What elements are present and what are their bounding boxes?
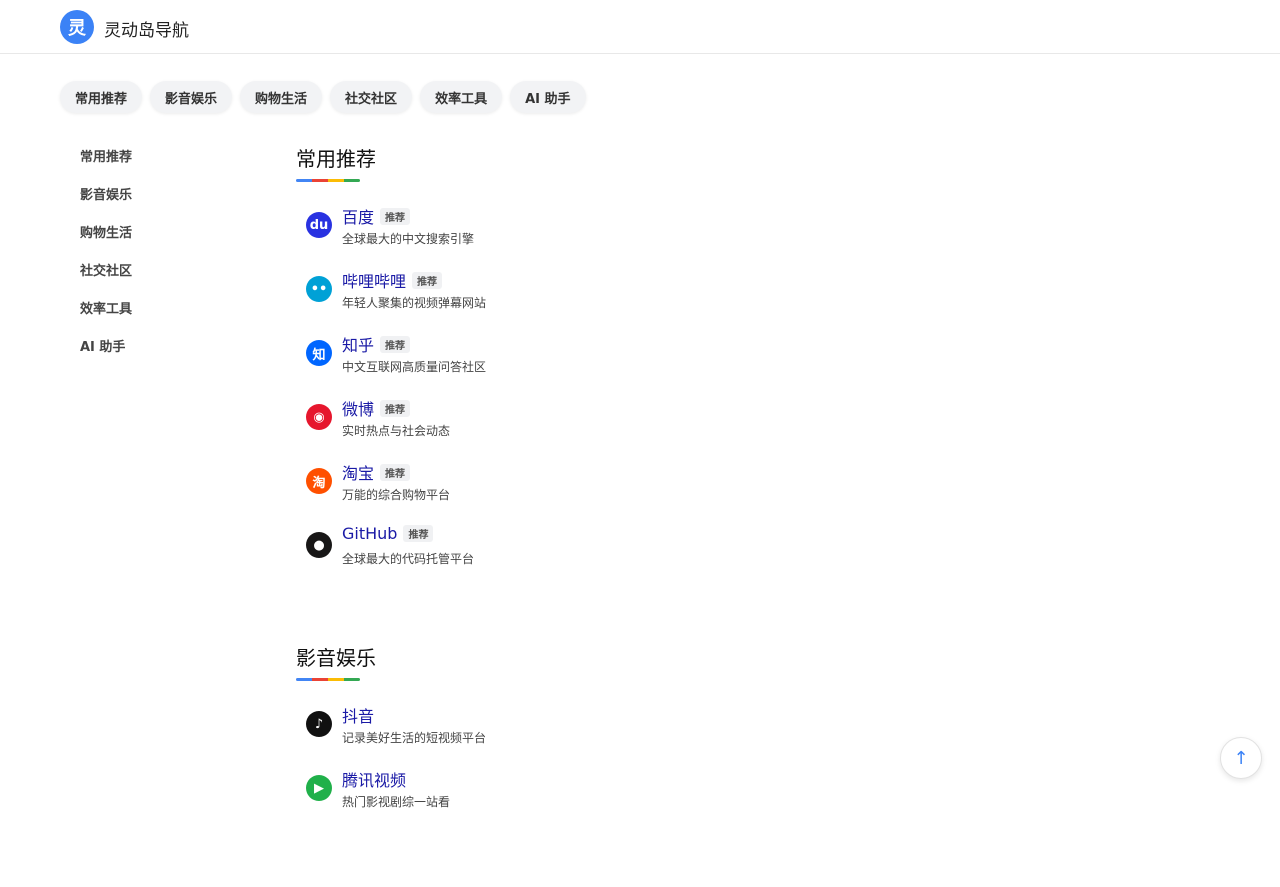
site-item-baidu[interactable]: du 百度 推荐 全球最大的中文搜索引擎 [296,206,996,270]
section-common: 常用推荐 du 百度 推荐 全球最大的中文搜索引擎 •• 哔哩哔哩 推荐 年轻人… [296,145,996,590]
site-description: 实时热点与社会动态 [342,424,451,438]
site-item-tencent-video[interactable]: ▶ 腾讯视频 热门影视剧综一站看 [296,769,996,833]
site-link[interactable]: 百度 [342,204,374,228]
weibo-icon: ◉ [306,404,332,430]
underline-segment [328,179,344,182]
github-icon: ● [306,532,332,558]
sidebar-item-social[interactable]: 社交社区 [80,262,240,300]
underline-segment [328,678,344,681]
baidu-icon: du [306,212,332,238]
site-description: 年轻人聚集的视频弹幕网站 [342,296,487,310]
sidebar-item-common[interactable]: 常用推荐 [80,148,240,186]
douyin-icon: ♪ [306,711,332,737]
underline-segment [296,179,312,182]
back-to-top-button[interactable]: ↑ [1220,737,1262,779]
recommend-badge: 推荐 [412,271,443,289]
site-name-row: 腾讯视频 [342,767,406,791]
site-description: 全球最大的中文搜索引擎 [342,232,475,246]
section-underline [296,179,360,182]
site-name-row: 抖音 [342,703,374,727]
sidebar-item-shopping[interactable]: 购物生活 [80,224,240,262]
site-description: 中文互联网高质量问答社区 [342,360,487,374]
site-name-row: 百度 推荐 [342,204,411,228]
category-tabs: 常用推荐 影音娱乐 购物生活 社交社区 效率工具 AI 助手 [60,81,586,113]
recommend-badge: 推荐 [403,525,434,542]
site-link[interactable]: 哔哩哔哩 [342,268,406,292]
recommend-badge: 推荐 [380,335,411,353]
sidebar-item-ai[interactable]: AI 助手 [80,338,240,376]
section-entertainment: 影音娱乐 ♪ 抖音 记录美好生活的短视频平台 ▶ 腾讯视频 热门影视剧综一站看 [296,644,996,833]
sidebar-item-productivity[interactable]: 效率工具 [80,300,240,338]
tab-common[interactable]: 常用推荐 [60,81,143,113]
section-underline [296,678,360,681]
underline-segment [312,678,328,681]
arrow-up-icon: ↑ [1233,747,1249,769]
recommend-badge: 推荐 [380,463,411,481]
main-content: 常用推荐 du 百度 推荐 全球最大的中文搜索引擎 •• 哔哩哔哩 推荐 年轻人… [296,145,996,887]
site-item-zhihu[interactable]: 知 知乎 推荐 中文互联网高质量问答社区 [296,334,996,398]
tab-ai[interactable]: AI 助手 [510,81,586,113]
site-link[interactable]: 知乎 [342,332,374,356]
sidebar-item-entertainment[interactable]: 影音娱乐 [80,186,240,224]
recommend-badge: 推荐 [380,399,411,417]
tab-social[interactable]: 社交社区 [330,81,413,113]
site-item-douyin[interactable]: ♪ 抖音 记录美好生活的短视频平台 [296,705,996,769]
underline-segment [344,179,360,182]
site-link[interactable]: 腾讯视频 [342,767,406,791]
zhihu-icon: 知 [306,340,332,366]
site-description: 万能的综合购物平台 [342,488,451,502]
tab-productivity[interactable]: 效率工具 [420,81,503,113]
top-header: 灵 灵动岛导航 [0,0,1280,54]
site-item-github[interactable]: ● GitHub 推荐 全球最大的代码托管平台 [296,524,996,590]
section-title: 影音娱乐 [296,646,376,670]
site-description: 热门影视剧综一站看 [342,795,451,809]
site-name-row: 淘宝 推荐 [342,460,411,484]
sidebar-nav: 常用推荐 影音娱乐 购物生活 社交社区 效率工具 AI 助手 [80,148,240,376]
underline-segment [296,678,312,681]
site-title[interactable]: 灵动岛导航 [104,16,189,41]
site-description: 全球最大的代码托管平台 [342,552,475,566]
underline-segment [312,179,328,182]
site-link[interactable]: 淘宝 [342,460,374,484]
site-item-bilibili[interactable]: •• 哔哩哔哩 推荐 年轻人聚集的视频弹幕网站 [296,270,996,334]
site-link[interactable]: 抖音 [342,703,374,727]
site-name-row: GitHub 推荐 [342,524,434,543]
logo-icon[interactable]: 灵 [60,10,94,44]
tencent-video-icon: ▶ [306,775,332,801]
site-link[interactable]: 微博 [342,396,374,420]
tab-shopping[interactable]: 购物生活 [240,81,323,113]
site-item-weibo[interactable]: ◉ 微博 推荐 实时热点与社会动态 [296,398,996,462]
site-link[interactable]: GitHub [342,524,397,543]
tab-entertainment[interactable]: 影音娱乐 [150,81,233,113]
site-name-row: 哔哩哔哩 推荐 [342,268,443,292]
site-name-row: 微博 推荐 [342,396,411,420]
recommend-badge: 推荐 [380,207,411,225]
underline-segment [344,678,360,681]
section-title: 常用推荐 [296,147,376,171]
site-description: 记录美好生活的短视频平台 [342,731,487,745]
taobao-icon: 淘 [306,468,332,494]
bilibili-icon: •• [306,276,332,302]
site-name-row: 知乎 推荐 [342,332,411,356]
site-item-taobao[interactable]: 淘 淘宝 推荐 万能的综合购物平台 [296,462,996,526]
